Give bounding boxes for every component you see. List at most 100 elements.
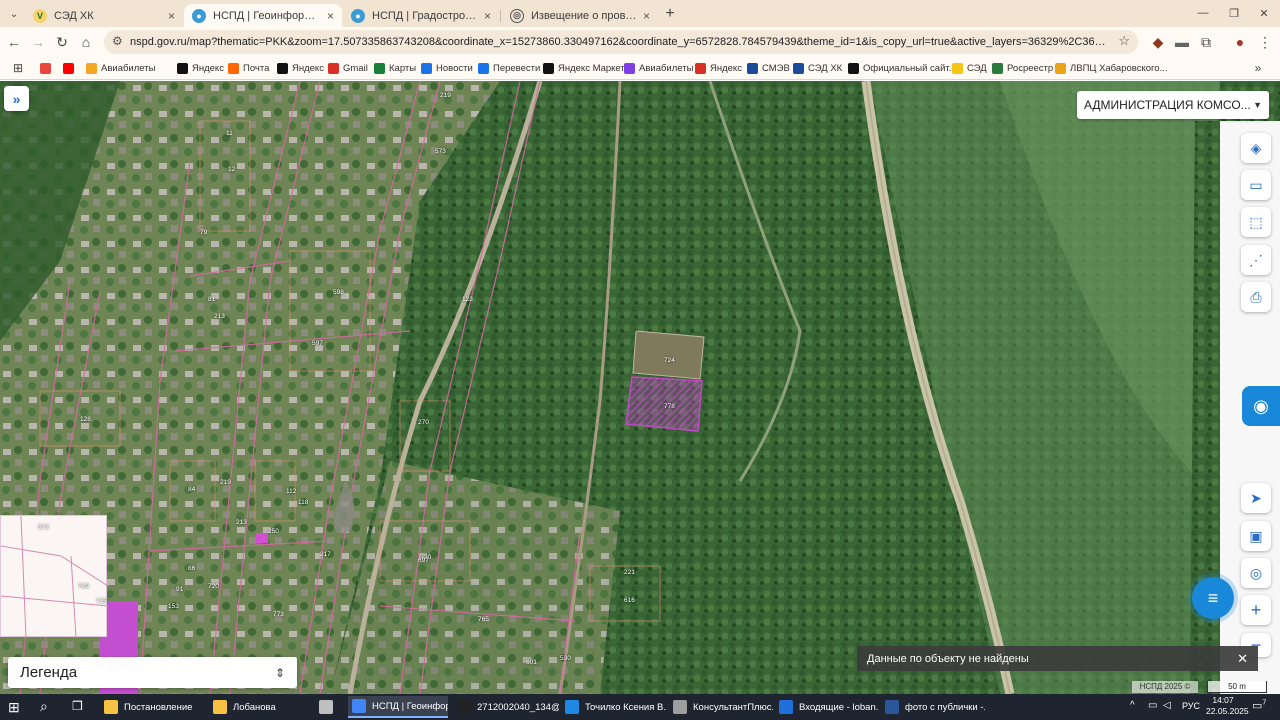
reload-icon[interactable]: ↻: [52, 32, 72, 52]
parcel-number-label[interactable]: 91: [176, 586, 183, 593]
clock[interactable]: 14:07 22.05.2025: [1206, 695, 1249, 717]
taskbar-app[interactable]: Входящие - loban...: [775, 696, 879, 718]
bookmark-item[interactable]: Авиабилеты: [86, 61, 155, 76]
geolocate-button[interactable]: ➤: [1241, 483, 1271, 513]
parcel-number-label[interactable]: 697: [418, 557, 429, 564]
legend-panel[interactable]: Легенда ⇕: [8, 657, 297, 688]
bookmark-star-icon[interactable]: ☆: [1118, 33, 1130, 49]
bookmark-item[interactable]: Карты: [374, 61, 416, 76]
extension-icon[interactable]: ◆: [1148, 32, 1168, 52]
parcel-number-label[interactable]: 530: [560, 655, 571, 662]
parcel-number-label[interactable]: 84: [188, 486, 195, 493]
language-indicator[interactable]: РУС: [1182, 701, 1200, 711]
bookmark-item[interactable]: [40, 61, 55, 76]
expand-sidebar-button[interactable]: »: [4, 86, 29, 111]
taskbar-app[interactable]: Точилко Ксения В...: [561, 696, 667, 718]
bookmark-item[interactable]: Яндекс Маркет: [543, 61, 625, 76]
parcel-number-label[interactable]: 12: [228, 166, 235, 173]
windows-start-icon[interactable]: ⊞: [8, 699, 20, 716]
bookmark-item[interactable]: Росреестр: [992, 61, 1053, 76]
assistant-tab-button[interactable]: ◉: [1242, 386, 1280, 426]
tab-nspd-geoinfo[interactable]: ● НСПД | Геоинформационный ×: [184, 4, 342, 27]
bookmark-item[interactable]: ЛВПЦ Хабаровского...: [1055, 61, 1167, 76]
parcel-number-label[interactable]: 217: [320, 551, 331, 558]
parcel-number-label[interactable]: 724: [664, 357, 675, 364]
tab-search-icon[interactable]: ⌄: [4, 4, 24, 24]
bookmark-item[interactable]: Яндекс: [177, 61, 224, 76]
taskbar-app[interactable]: Лобанова: [209, 696, 319, 718]
parcel-number-label[interactable]: 118: [298, 499, 308, 506]
bookmark-item[interactable]: Авиабилеты: [624, 61, 693, 76]
parcel-number-label[interactable]: 153: [168, 603, 179, 610]
tab-auction-notice[interactable]: ◎ Извещение о проведении аук ×: [502, 4, 658, 27]
bookmark-item[interactable]: Почта: [228, 61, 269, 76]
parcel-number-label[interactable]: 598: [333, 289, 344, 296]
profile-avatar-icon[interactable]: ●: [1230, 32, 1250, 52]
minimap-button[interactable]: ▣: [1241, 521, 1271, 551]
parcel-number-label[interactable]: 250: [268, 528, 279, 535]
tray-arrow-icon[interactable]: ^: [1130, 700, 1135, 711]
minimize-button[interactable]: —: [1193, 3, 1213, 23]
bookmark-item[interactable]: СЭД ХК: [793, 61, 842, 76]
site-info-icon[interactable]: ⚙: [112, 34, 123, 48]
location-button[interactable]: ◎: [1241, 558, 1271, 588]
parcel-number-label[interactable]: 221: [624, 569, 635, 576]
more-bookmarks-icon[interactable]: »: [1248, 58, 1268, 78]
bookmark-item[interactable]: Gmail: [328, 61, 368, 76]
parcel-number-label[interactable]: 597: [312, 340, 323, 347]
taskbar-app[interactable]: Постановление: [100, 696, 210, 718]
parcel-number-label[interactable]: 778: [664, 403, 675, 410]
map-viewport[interactable]: 724 778 219 573 598 597 128 123 270 112 118 11 12 79 8…: [0, 81, 1280, 694]
tab-close-icon[interactable]: ×: [327, 9, 334, 23]
bookmark-item[interactable]: Яндекс: [277, 61, 324, 76]
parcel-number-label[interactable]: 572: [38, 524, 49, 531]
zoom-in-button[interactable]: +: [1241, 595, 1271, 625]
taskbar-app[interactable]: 2712002040_134@r...: [453, 696, 559, 718]
parcel-number-label[interactable]: 765: [478, 616, 489, 623]
search-icon[interactable]: ⌕: [40, 698, 48, 715]
address-bar[interactable]: ⚙ nspd.gov.ru/map?thematic=PKK&zoom=17.5…: [104, 30, 1138, 54]
extension-hat-icon[interactable]: ▬: [1172, 32, 1192, 52]
browser-menu-icon[interactable]: ⋮: [1255, 32, 1275, 52]
parcel-number-label[interactable]: 773: [273, 611, 284, 618]
parcel-number-label[interactable]: 270: [418, 419, 429, 426]
parcel-number-label[interactable]: 616: [624, 597, 635, 604]
bookmark-item[interactable]: Новости: [421, 61, 473, 76]
taskbar-app[interactable]: НСПД | Геоинфор...: [348, 696, 448, 718]
bookmark-item[interactable]: СМЭВ: [747, 61, 790, 76]
layers-button[interactable]: ◈: [1241, 133, 1271, 163]
print-button[interactable]: ⎙: [1241, 282, 1271, 312]
back-arrow-icon[interactable]: ←: [4, 32, 24, 52]
parcel-number-label[interactable]: 79: [200, 229, 207, 236]
parcel-number-label[interactable]: 573: [435, 148, 446, 155]
parcel-number-label[interactable]: 112: [286, 488, 296, 495]
region-select[interactable]: АДМИНИСТРАЦИЯ КОМСО... ▼: [1077, 91, 1269, 119]
share-button[interactable]: ⋰: [1241, 245, 1271, 275]
select-area-button[interactable]: ⬚: [1241, 207, 1271, 237]
apps-grid-icon[interactable]: ⊞: [8, 58, 28, 78]
extensions-puzzle-icon[interactable]: ⧉: [1196, 32, 1216, 52]
tab-close-icon[interactable]: ×: [168, 9, 175, 23]
restore-button[interactable]: ❐: [1224, 3, 1244, 23]
expand-collapse-icon[interactable]: ⇕: [275, 666, 285, 680]
bookmark-item[interactable]: Перевести: [478, 61, 540, 76]
parcel-number-label[interactable]: 749: [78, 583, 89, 590]
tab-close-icon[interactable]: ×: [484, 9, 491, 23]
forward-arrow-icon[interactable]: →: [28, 32, 48, 52]
tab-close-icon[interactable]: ×: [643, 9, 650, 23]
chat-button[interactable]: ≡: [1192, 577, 1234, 619]
parcel-number-label[interactable]: 720: [208, 583, 219, 590]
notifications-icon[interactable]: ▭7: [1252, 699, 1266, 712]
bookmark-item[interactable]: [63, 61, 78, 76]
new-tab-button[interactable]: +: [660, 4, 680, 24]
close-window-button[interactable]: ✕: [1254, 3, 1274, 23]
close-icon[interactable]: ✕: [1237, 651, 1248, 667]
parcel-number-label[interactable]: 86: [188, 565, 195, 572]
task-view-icon[interactable]: ❒: [72, 699, 83, 713]
bookmark-item[interactable]: Яндекс: [695, 61, 742, 76]
bookmark-item[interactable]: СЭД: [952, 61, 987, 76]
bookmark-item[interactable]: Официальный сайт...: [848, 61, 957, 76]
parcel-number-label[interactable]: 601: [526, 659, 537, 666]
taskbar-app[interactable]: фото с публички -...: [881, 696, 985, 718]
parcel-number-label[interactable]: 123: [462, 296, 473, 303]
